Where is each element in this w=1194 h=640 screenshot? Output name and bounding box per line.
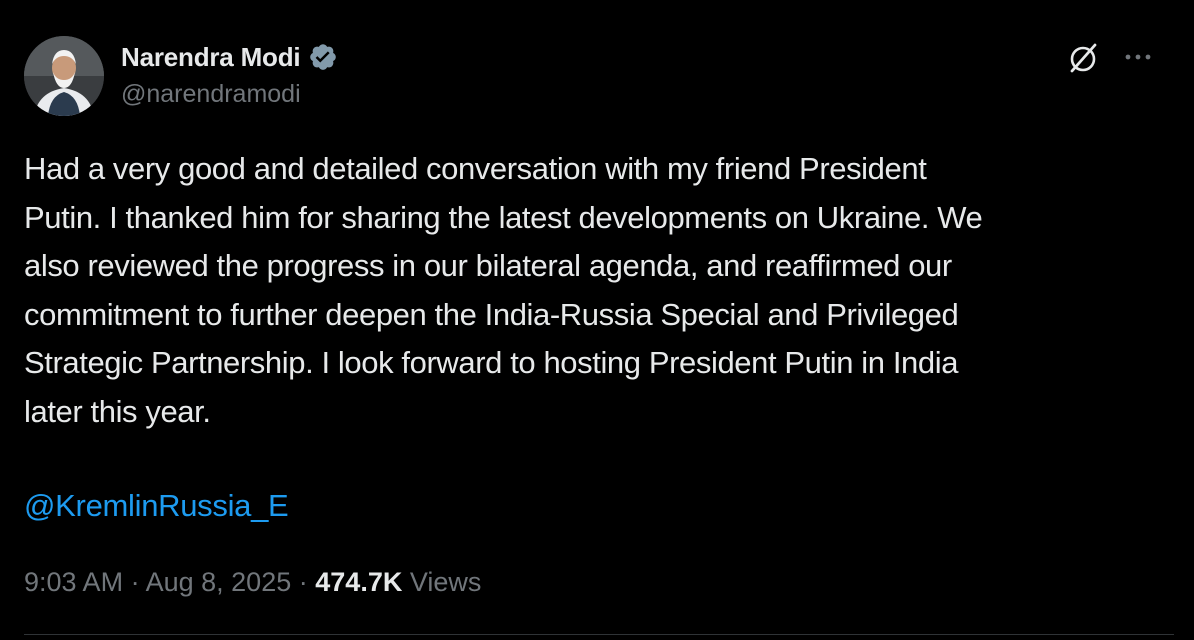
tweet-text-line: Strategic Partnership. I look forward to…	[24, 345, 959, 380]
tweet-time[interactable]: 9:03 AM	[24, 567, 123, 597]
author-handle[interactable]: @narendramodi	[121, 80, 301, 109]
verified-badge-icon	[310, 44, 337, 70]
tweet-text-line: also reviewed the progress in our bilate…	[24, 248, 952, 283]
views-label: Views	[409, 567, 482, 597]
mention-link[interactable]: @KremlinRussia_E	[24, 482, 289, 530]
meta-separator: ·	[298, 567, 308, 597]
avatar[interactable]	[24, 36, 104, 116]
divider	[24, 634, 1174, 635]
meta-separator: ·	[130, 567, 140, 597]
author-name-row: Narendra Modi	[121, 40, 338, 74]
grok-icon[interactable]	[1066, 41, 1100, 75]
tweet-text-line: Putin. I thanked him for sharing the lat…	[24, 199, 983, 235]
tweet-text-line: commitment to further deepen the India-R…	[24, 296, 959, 332]
author-name[interactable]: Narendra Modi	[121, 42, 301, 73]
avatar-photo	[24, 36, 104, 116]
tweet-text-line: Had a very good and detailed conversatio…	[24, 151, 927, 186]
tweet-text: Had a very good and detailed conversatio…	[24, 145, 1174, 436]
tweet-text-line: later this year.	[24, 393, 211, 429]
tweet-date[interactable]: Aug 8, 2025	[146, 567, 292, 597]
tweet-card: Narendra Modi @narendramodi Had a very g…	[0, 0, 1194, 640]
tweet-meta: 9:03 AM · Aug 8, 2025 · 474.7K Views	[24, 562, 481, 602]
more-horizontal-icon[interactable]	[1120, 47, 1156, 67]
views-count[interactable]: 474.7K	[315, 567, 402, 597]
